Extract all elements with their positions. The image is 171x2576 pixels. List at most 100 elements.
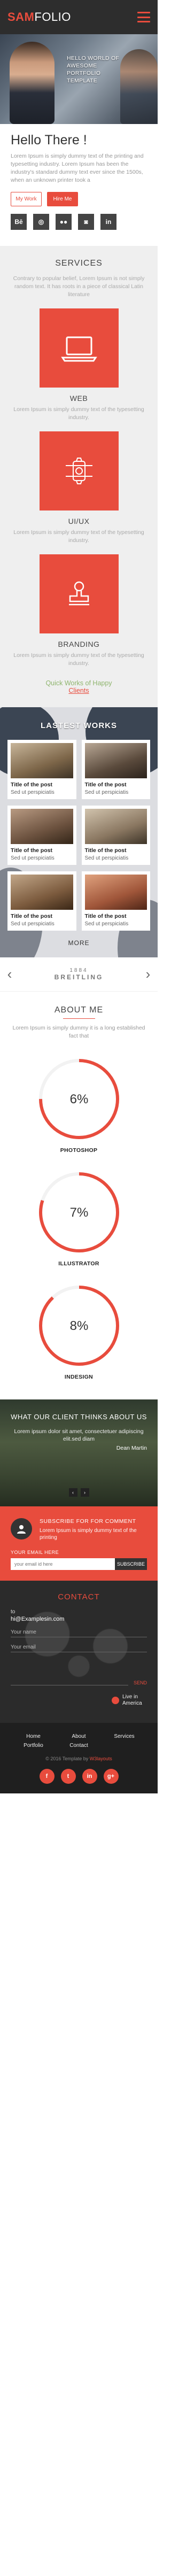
page: SAMFOLIO Hello World of awesome portfoli…: [0, 0, 158, 2576]
dribbble-icon[interactable]: ◎: [33, 214, 49, 230]
service-uiux-text: Lorem Ipsum is simply dummy text of the …: [13, 529, 144, 544]
logo-part-1: SAM: [7, 10, 35, 24]
chevron-left-icon[interactable]: ‹: [4, 966, 15, 983]
testimonials-title: WHAT OUR CLIENT THINKS ABOUT US: [11, 1413, 147, 1421]
work-text: Sed ut perspiciatis: [84, 790, 129, 795]
work-title: Title of the post: [11, 847, 52, 854]
watch-icon: [65, 458, 92, 484]
contact-section: CONTACT to hi@Examplesin.com Your name Y…: [0, 1581, 158, 1723]
skill-illustrator: 7% ILLUSTRATOR: [11, 1170, 147, 1267]
clients-link[interactable]: Clients: [68, 687, 89, 694]
logo-part-2: FOLIO: [34, 10, 71, 24]
happy-clients-prefix: Quick Works of Happy: [45, 679, 112, 687]
work-card[interactable]: Title of the post Sed ut perspiciatis: [7, 871, 76, 931]
about-section: ABOUT ME Lorem Ipsum is simply dummy it …: [0, 992, 158, 1380]
email-label: YOUR EMAIL HERE: [11, 1550, 59, 1555]
stamp-icon: [68, 581, 89, 606]
footer-link-services[interactable]: Services: [102, 1734, 147, 1739]
behance-icon[interactable]: Bē: [11, 214, 27, 230]
message-field[interactable]: [11, 1658, 128, 1685]
subscribe-desc: Lorem Ipsum is simply dummy text of the …: [40, 1528, 137, 1541]
work-card[interactable]: Title of the post Sed ut perspiciatis: [81, 871, 150, 931]
footer-social: f t in g+: [11, 1769, 147, 1784]
skill-ring: 7%: [38, 1172, 119, 1252]
skill-value: 7%: [69, 1205, 88, 1220]
testimonial-quote: Lorem ipsum dolor sit amet, consectetuer…: [14, 1428, 144, 1442]
work-text: Sed ut perspiciatis: [11, 855, 55, 861]
name-field[interactable]: Your name: [11, 1627, 147, 1637]
work-title: Title of the post: [11, 782, 52, 788]
subscribe-button[interactable]: SUBSCRIBE: [115, 1558, 147, 1570]
work-card[interactable]: Title of the post Sed ut perspiciatis: [7, 740, 76, 799]
intro-body: Lorem Ipsum is simply dummy text of the …: [11, 153, 144, 183]
subscribe-email-input[interactable]: [11, 1558, 115, 1570]
work-thumbnail: [11, 743, 73, 778]
intro-title: Hello There !: [11, 133, 87, 148]
work-card[interactable]: Title of the post Sed ut perspiciatis: [7, 806, 76, 865]
work-card[interactable]: Title of the post Sed ut perspiciatis: [81, 740, 150, 799]
brand-year: 1884: [69, 968, 88, 973]
service-uiux-tile[interactable]: [39, 431, 119, 510]
chevron-right-icon[interactable]: ›: [143, 966, 153, 983]
more-works-link[interactable]: MORE: [7, 939, 150, 947]
subscribe-heading: SUBSCRIBE FOR FOR COMMENT: [40, 1518, 136, 1525]
contact-to-label: to: [11, 1609, 15, 1615]
send-button[interactable]: SEND: [134, 1680, 147, 1685]
subscribe-text: SUBSCRIBE FOR FOR COMMENT Lorem Ipsum is…: [40, 1518, 147, 1541]
work-card[interactable]: Title of the post Sed ut perspiciatis: [81, 806, 150, 865]
camera-icon[interactable]: ◙: [78, 214, 94, 230]
my-work-button[interactable]: My Work: [11, 192, 42, 206]
logo[interactable]: SAMFOLIO: [7, 10, 71, 24]
location-pin-icon: [112, 1697, 119, 1704]
service-web-tile[interactable]: [39, 308, 119, 388]
brand-slider: ‹ 1884 BREITLING ›: [0, 957, 158, 992]
skill-ring: 8%: [38, 1286, 119, 1366]
footer-link-about[interactable]: About: [56, 1734, 102, 1739]
chevron-left-icon[interactable]: ‹: [68, 1488, 77, 1497]
skill-value: 6%: [69, 1092, 88, 1107]
testimonial-nav: ‹ ›: [68, 1488, 89, 1497]
work-text: Sed ut perspiciatis: [84, 921, 129, 927]
testimonials-section: WHAT OUR CLIENT THINKS ABOUT US Lorem ip…: [0, 1399, 158, 1506]
intro-buttons: My Work Hire Me: [11, 192, 147, 206]
skill-photoshop: 6% PHOTOSHOP: [11, 1056, 147, 1154]
linkedin-icon[interactable]: in: [100, 214, 116, 230]
service-web-title: WEB: [69, 394, 88, 403]
skill-label: INDESIGN: [64, 1374, 94, 1380]
linkedin-icon[interactable]: in: [82, 1769, 97, 1784]
user-icon: [11, 1518, 32, 1540]
google-plus-icon[interactable]: g+: [103, 1769, 119, 1784]
intro-social-row: Bē ◎ ●● ◙ in: [11, 214, 118, 230]
hamburger-icon[interactable]: [137, 12, 150, 22]
contact-email[interactable]: hi@Examplesin.com: [11, 1616, 147, 1622]
subscribe-form: SUBSCRIBE: [11, 1558, 147, 1570]
chevron-right-icon[interactable]: ›: [80, 1488, 89, 1497]
service-branding-text: Lorem Ipsum is simply dummy text of the …: [13, 652, 144, 667]
happy-clients-line: Quick Works of Happy Clients: [11, 679, 147, 694]
copyright-text: © 2016 Template by: [45, 1756, 89, 1761]
footer-link-home[interactable]: Home: [11, 1734, 56, 1739]
service-branding-tile[interactable]: [39, 554, 119, 633]
facebook-icon[interactable]: f: [39, 1769, 55, 1784]
twitter-icon[interactable]: t: [60, 1769, 76, 1784]
hire-me-button[interactable]: Hire Me: [47, 192, 78, 206]
work-text: Sed ut perspiciatis: [84, 855, 129, 861]
work-title: Title of the post: [11, 913, 52, 919]
work-title: Title of the post: [84, 847, 127, 854]
about-title: ABOUT ME: [54, 1005, 104, 1015]
work-text: Sed ut perspiciatis: [11, 790, 55, 795]
flickr-icon[interactable]: ●●: [56, 214, 72, 230]
skill-label: ILLUSTRATOR: [58, 1260, 99, 1267]
work-title: Title of the post: [84, 782, 127, 788]
email-field[interactable]: Your email: [11, 1642, 147, 1652]
service-uiux: UI/UX Lorem Ipsum is simply dummy text o…: [11, 431, 147, 545]
footer: Home About Services Portfolio Contact © …: [0, 1723, 158, 1793]
menu-line: [137, 21, 150, 22]
work-thumbnail: [84, 809, 147, 844]
latest-works-section: LASTEST WORKS Title of the post Sed ut p…: [0, 707, 158, 957]
footer-link-portfolio[interactable]: Portfolio: [11, 1743, 56, 1749]
hero-caption: Hello World of awesome portfolio templat…: [67, 55, 120, 84]
copyright-link[interactable]: W3layouts: [90, 1756, 112, 1761]
footer-link-contact[interactable]: Contact: [56, 1743, 102, 1749]
brand-name: BREITLING: [54, 973, 104, 981]
